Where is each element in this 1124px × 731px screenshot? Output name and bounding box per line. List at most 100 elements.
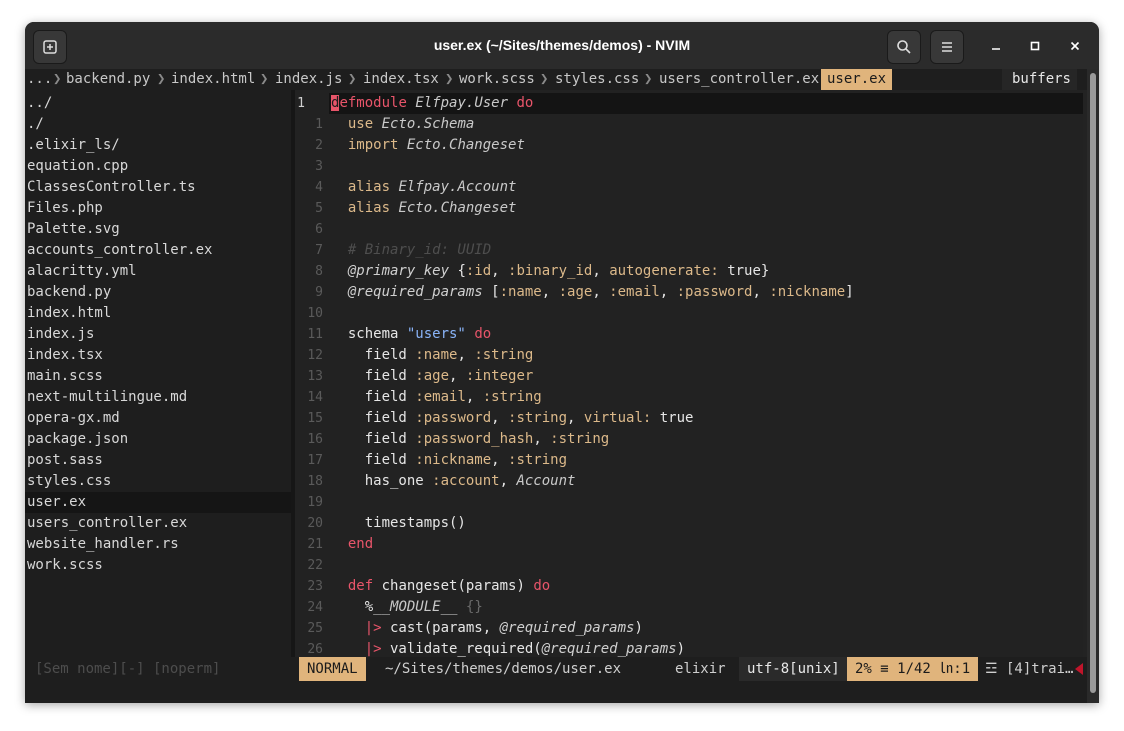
line-number: 3 <box>315 159 323 174</box>
line-number: 16 <box>307 432 323 447</box>
menu-button[interactable] <box>930 30 964 64</box>
search-button[interactable] <box>887 30 921 64</box>
tab-user-ex-active[interactable]: user.ex <box>821 69 893 90</box>
buffers-label[interactable]: buffers <box>1001 69 1077 90</box>
code-line[interactable]: def changeset(params) do <box>331 576 550 597</box>
status-line: [Sem nome][-] [noperm] NORMAL ~/Sites/th… <box>25 657 1087 681</box>
cursor-position: 2% ≡ 1/42 ㏑:1 <box>847 657 979 681</box>
code-editor[interactable]: 1 defmodule Elfpay.User do 1 use Ecto.Sche… <box>295 90 1083 657</box>
code-line[interactable]: schema "users" do <box>331 324 491 345</box>
code-line[interactable]: has_one :account, Account <box>331 471 576 492</box>
hamburger-menu-icon <box>942 42 952 52</box>
line-number: 11 <box>307 327 323 342</box>
code-line[interactable]: @required_params [:name, :age, :email, :… <box>331 282 854 303</box>
code-line[interactable]: alias Elfpay.Account <box>331 177 517 198</box>
code-line[interactable]: timestamps() <box>331 513 466 534</box>
title-bar: user.ex (~/Sites/themes/demos) - NVIM <box>25 22 1099 69</box>
tab-users-controller-ex[interactable]: users_controller.ex <box>659 69 819 90</box>
code-line[interactable]: field :name, :string <box>331 345 534 366</box>
file-tree-item[interactable]: styles.css <box>27 471 111 492</box>
scrollbar[interactable] <box>1087 69 1099 703</box>
file-tree-item[interactable]: main.scss <box>27 366 103 387</box>
line-number: 17 <box>307 453 323 468</box>
code-line[interactable]: field :nickname, :string <box>331 450 567 471</box>
code-line[interactable]: field :email, :string <box>331 387 542 408</box>
file-tree-item[interactable]: alacritty.yml <box>27 261 137 282</box>
code-line[interactable]: use Ecto.Schema <box>331 114 474 135</box>
line-number: 9 <box>315 285 323 300</box>
command-line[interactable] <box>25 681 1087 703</box>
maximize-button[interactable] <box>1024 35 1046 57</box>
line-number: 5 <box>315 201 323 216</box>
line-number: 22 <box>307 558 323 573</box>
line-number: 21 <box>307 537 323 552</box>
file-tree-item[interactable]: package.json <box>27 429 128 450</box>
file-encoding: utf-8[unix] <box>739 657 848 681</box>
file-tree-item[interactable]: index.html <box>27 303 111 324</box>
code-line[interactable]: field :age, :integer <box>331 366 534 387</box>
file-tree-item[interactable]: Files.php <box>27 198 103 219</box>
tab-styles-css[interactable]: styles.css <box>555 69 639 90</box>
code-line[interactable]: defmodule Elfpay.User do <box>331 93 533 114</box>
code-line[interactable]: field :password_hash, :string <box>331 429 609 450</box>
line-number: 13 <box>307 369 323 384</box>
file-tree-item[interactable]: post.sass <box>27 450 103 471</box>
code-line[interactable]: alias Ecto.Changeset <box>331 198 517 219</box>
close-button[interactable] <box>1064 35 1086 57</box>
tab-index-js[interactable]: index.js <box>275 69 342 90</box>
file-tree-item[interactable]: index.tsx <box>27 345 103 366</box>
line-number: 6 <box>315 222 323 237</box>
file-tree-item[interactable]: next-multilingue.md <box>27 387 187 408</box>
file-tree-item[interactable]: work.scss <box>27 555 103 576</box>
tab-index-tsx[interactable]: index.tsx <box>363 69 439 90</box>
line-number: 8 <box>315 264 323 279</box>
file-tree-item[interactable]: Palette.svg <box>27 219 120 240</box>
file-tree-item[interactable]: users_controller.ex <box>27 513 187 534</box>
code-line[interactable]: field :password, :string, virtual: true <box>331 408 694 429</box>
file-tree-item[interactable]: backend.py <box>27 282 111 303</box>
line-number: 7 <box>315 243 323 258</box>
file-tree: .././.elixir_ls/equation.cpp ClassesContr… <box>25 90 291 657</box>
file-path: ~/Sites/themes/demos/user.ex <box>385 661 622 677</box>
tab-separator: ❯ <box>157 71 166 87</box>
buffer-tabline: ... ❯ backend.py ❯ index.html ❯ index.js… <box>25 69 1087 90</box>
scrollbar-thumb[interactable] <box>1090 73 1096 693</box>
line-number: 15 <box>307 411 323 426</box>
code-line[interactable]: import Ecto.Changeset <box>331 135 525 156</box>
code-line[interactable]: |> cast(params, @required_params) <box>331 618 643 639</box>
code-line[interactable]: end <box>331 534 373 555</box>
line-number: 20 <box>307 516 323 531</box>
file-tree-item[interactable]: website_handler.rs <box>27 534 179 555</box>
file-tree-item[interactable]: .elixir_ls/ <box>27 135 120 156</box>
minimize-button[interactable] <box>985 35 1007 57</box>
tab-work-scss[interactable]: work.scss <box>459 69 535 90</box>
line-number: 2 <box>315 138 323 153</box>
file-tree-item[interactable]: user.ex <box>27 492 86 513</box>
code-line[interactable]: %__MODULE__ {} <box>331 597 483 618</box>
tab-separator: ❯ <box>260 71 269 87</box>
tab-index-html[interactable]: index.html <box>171 69 255 90</box>
tab-backend-py[interactable]: backend.py <box>66 69 150 90</box>
line-number: 1 <box>315 117 323 132</box>
line-number: 18 <box>307 474 323 489</box>
file-tree-item[interactable]: ./ <box>27 114 44 135</box>
file-tree-item[interactable]: opera-gx.md <box>27 408 120 429</box>
file-tree-item[interactable]: ClassesController.ts <box>27 177 196 198</box>
file-tree-item[interactable]: index.js <box>27 324 94 345</box>
file-tree-item[interactable]: ../ <box>27 93 52 114</box>
mode-indicator: NORMAL <box>299 657 366 681</box>
tab-separator: ❯ <box>540 71 549 87</box>
code-line[interactable]: # Binary_id: UUID <box>331 240 491 261</box>
tab-separator: ❯ <box>53 71 62 87</box>
line-number: 12 <box>307 348 323 363</box>
tab-separator: ❯ <box>445 71 454 87</box>
maximize-icon <box>1030 41 1040 51</box>
tabline-overflow[interactable]: ... <box>27 69 52 90</box>
line-number: 24 <box>307 600 323 615</box>
file-tree-item[interactable]: accounts_controller.ex <box>27 240 212 261</box>
line-number: 10 <box>307 306 323 321</box>
file-tree-item[interactable]: equation.cpp <box>27 156 128 177</box>
code-line[interactable]: @primary_key {:id, :binary_id, autogener… <box>331 261 769 282</box>
line-number: 25 <box>307 621 323 636</box>
filetype: elixir <box>675 661 726 677</box>
